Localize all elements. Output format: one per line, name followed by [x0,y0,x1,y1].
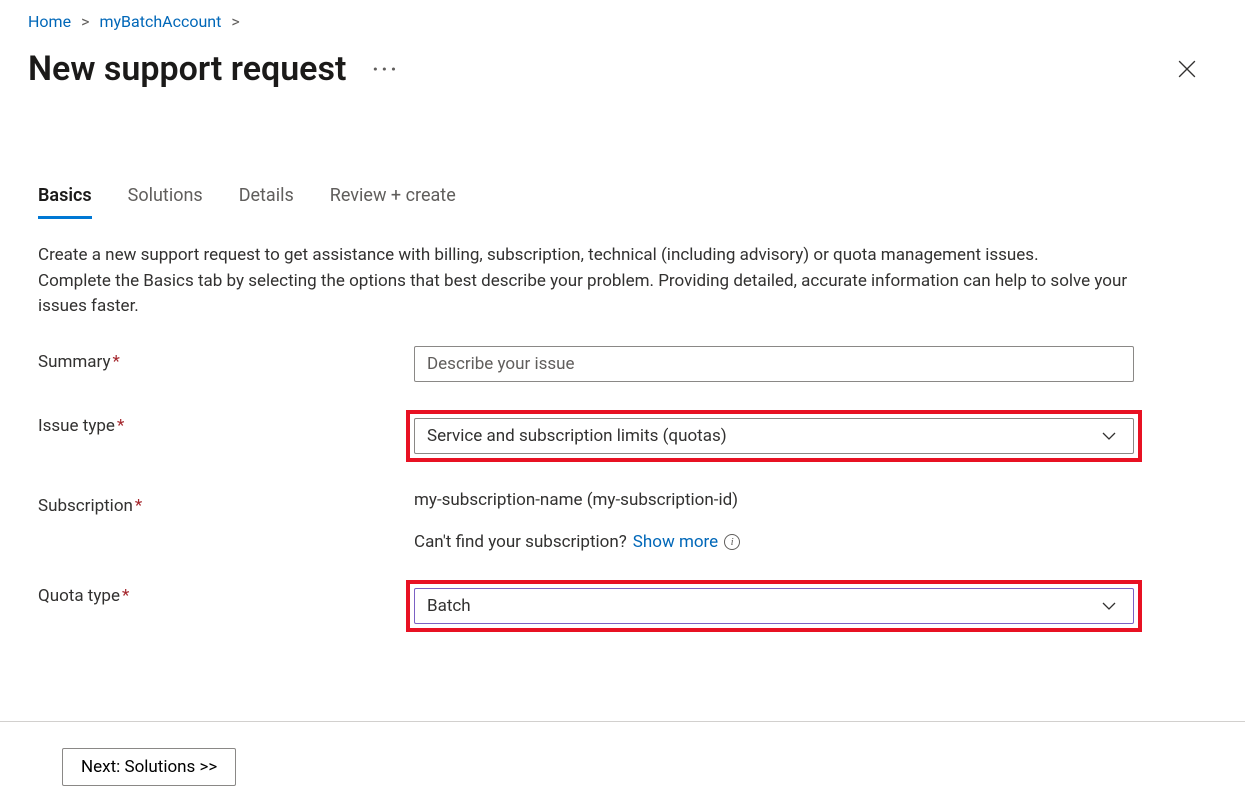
required-indicator: * [135,496,142,516]
chevron-down-icon [1101,428,1117,444]
issue-type-highlight: Service and subscription limits (quotas) [406,410,1142,462]
basics-form: Summary* Issue type* Service and subscri… [0,320,1245,632]
issue-type-label: Issue type* [38,410,414,436]
page-header: New support request ··· [0,31,1245,89]
close-button[interactable] [1173,55,1201,83]
intro-line-2: Complete the Basics tab by selecting the… [38,269,1142,320]
summary-input[interactable] [414,346,1134,382]
intro-text: Create a new support request to get assi… [0,219,1180,320]
page-title: New support request [28,49,346,89]
tab-solutions[interactable]: Solutions [128,185,203,219]
more-actions-icon[interactable]: ··· [372,59,399,79]
breadcrumb-home-link[interactable]: Home [28,12,71,31]
breadcrumb: Home > myBatchAccount > [0,0,1245,31]
chevron-down-icon [1101,598,1117,614]
tab-review-create[interactable]: Review + create [330,185,456,219]
quota-type-select[interactable]: Batch [414,588,1134,624]
issue-type-select[interactable]: Service and subscription limits (quotas) [414,418,1134,454]
quota-type-label-text: Quota type [38,586,120,606]
breadcrumb-separator-icon: > [81,12,89,31]
tab-basics[interactable]: Basics [38,185,92,219]
required-indicator: * [117,416,124,436]
info-icon[interactable]: i [724,534,740,550]
tab-details[interactable]: Details [239,185,294,219]
breadcrumb-separator-icon: > [231,12,239,31]
required-indicator: * [122,586,129,606]
summary-label-text: Summary [38,352,110,372]
quota-type-label: Quota type* [38,580,414,606]
required-indicator: * [112,352,119,372]
subscription-label-text: Subscription [38,496,133,516]
issue-type-label-text: Issue type [38,416,115,436]
subscription-block: my-subscription-name (my-subscription-id… [414,490,1134,552]
next-solutions-button[interactable]: Next: Solutions >> [62,748,236,786]
summary-label: Summary* [38,346,414,372]
intro-line-1: Create a new support request to get assi… [38,243,1142,269]
quota-type-value: Batch [427,596,471,616]
subscription-value: my-subscription-name (my-subscription-id… [414,490,1134,510]
subscription-label: Subscription* [38,490,414,516]
close-icon [1178,60,1196,78]
tab-bar: Basics Solutions Details Review + create [0,185,1245,219]
subscription-hint: Can't find your subscription? Show more … [414,532,1134,552]
issue-type-value: Service and subscription limits (quotas) [427,426,727,446]
footer: Next: Solutions >> [62,748,236,786]
subscription-hint-prefix: Can't find your subscription? [414,532,627,552]
show-more-link[interactable]: Show more [633,532,718,552]
quota-type-highlight: Batch [406,580,1142,632]
footer-divider [0,721,1245,722]
breadcrumb-account-link[interactable]: myBatchAccount [99,12,221,31]
